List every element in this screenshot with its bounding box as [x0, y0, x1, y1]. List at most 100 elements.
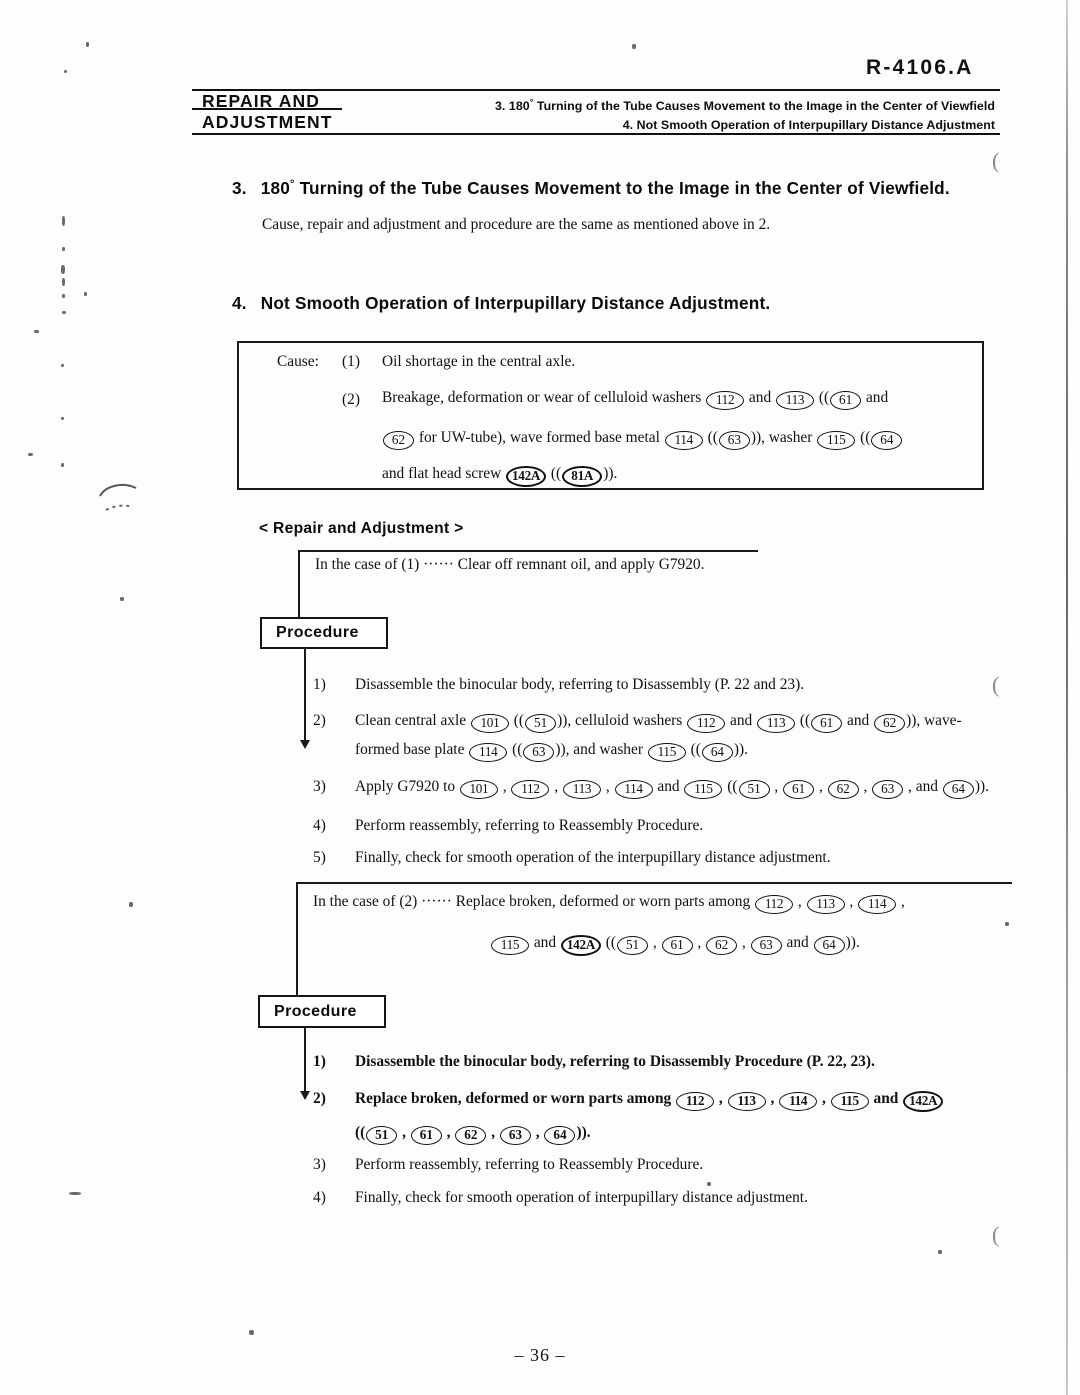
case-1-step-5: 5) Finally, check for smooth operation o…: [313, 849, 831, 867]
case-1-top-rule: [298, 550, 758, 552]
header-topic-4: 4. Not Smooth Operation of Interpupillar…: [622, 118, 995, 133]
part-number-114: 114: [614, 780, 653, 799]
page-edge-line: [1066, 0, 1068, 1395]
part-number-113: 113: [562, 780, 601, 799]
part-number-81A: 81A: [562, 466, 603, 487]
part-number-114: 114: [858, 895, 897, 914]
step-text: Clean central axle 101 ((51)), celluloid…: [355, 712, 962, 733]
part-number-64: 64: [813, 936, 845, 955]
step-marker: 3): [313, 1156, 326, 1173]
section-3-number: 3.: [232, 178, 247, 198]
section-4-title: Not Smooth Operation of Interpupillary D…: [260, 293, 771, 313]
case-2-step-1: 1) Disassemble the binocular body, refer…: [313, 1053, 875, 1071]
part-number-142A: 142A: [903, 1091, 944, 1112]
cause-box-content: Cause: (1) Oil shortage in the central a…: [237, 341, 980, 487]
step-text: Replace broken, deformed or worn parts a…: [355, 1090, 944, 1112]
section-3-title-rest: Turning of the Tube Causes Movement to t…: [294, 178, 950, 198]
case-2-left-rule: [296, 882, 298, 995]
cause-item-index: (2): [342, 391, 360, 408]
header-topic-3: 3. 180° Turning of the Tube Causes Movem…: [380, 93, 995, 116]
scan-speck: [129, 902, 133, 907]
header-section-label: REPAIR AND ADJUSTMENT: [202, 91, 333, 133]
part-number-62: 62: [827, 780, 859, 799]
part-number-112: 112: [511, 780, 550, 799]
scan-speck: [707, 1182, 711, 1186]
step-text: Finally, check for smooth operation of t…: [355, 849, 831, 866]
margin-mark: (: [992, 1222, 1000, 1247]
case-1-step-2: 2) Clean central axle 101 ((51)), cellul…: [313, 712, 962, 733]
step-marker: 1): [313, 1053, 326, 1070]
part-number-113: 113: [757, 714, 796, 733]
header-section-line2: ADJUSTMENT: [202, 112, 333, 132]
scan-speck: [61, 463, 64, 467]
case-2-step-4: 4) Finally, check for smooth operation o…: [313, 1189, 808, 1207]
case-2-top-rule: [296, 882, 1012, 884]
part-number-101: 101: [459, 780, 498, 799]
cause-label: Cause:: [277, 353, 319, 370]
part-number-114: 114: [779, 1092, 818, 1111]
case-2-text-line-2: 115 and 142A ((51 , 61 , 62 , 63 and 64)…: [490, 934, 860, 956]
part-number-62: 62: [706, 936, 738, 955]
step-marker: 2): [313, 712, 326, 729]
part-number-51: 51: [617, 936, 649, 955]
part-number-51: 51: [366, 1126, 398, 1145]
step-marker: 4): [313, 817, 326, 834]
case-1-step-3: 3) Apply G7920 to 101 , 112 , 113 , 114 …: [313, 778, 989, 799]
section-3-heading: 3. 180° Turning of the Tube Causes Moveme…: [232, 178, 950, 199]
part-number-113: 113: [776, 391, 814, 410]
step-marker: 5): [313, 849, 326, 866]
step-text: Disassemble the binocular body, referrin…: [355, 1053, 875, 1070]
case-2-step-3: 3) Perform reassembly, referring to Reas…: [313, 1156, 703, 1174]
case-1-step-1: 1) Disassemble the binocular body, refer…: [313, 676, 804, 694]
scan-speck: [28, 453, 33, 456]
scan-speck: [61, 265, 65, 274]
part-number-61: 61: [661, 936, 693, 955]
scan-speck: [34, 330, 39, 333]
part-number-64: 64: [701, 743, 733, 762]
part-number-115: 115: [830, 1092, 869, 1111]
step-text: Perform reassembly, referring to Reassem…: [355, 817, 704, 834]
part-number-115: 115: [491, 936, 529, 955]
procedure-box-1-label: Procedure: [276, 624, 359, 641]
part-number-62: 62: [874, 714, 906, 733]
scan-speck: [62, 294, 65, 298]
case-1-step-2-cont: formed base plate 114 ((63)), and washer…: [313, 741, 748, 762]
part-number-62: 62: [455, 1126, 487, 1145]
step-text: Disassemble the binocular body, referrin…: [355, 676, 805, 693]
procedure-box-2: Procedure: [258, 995, 386, 1028]
scan-speck: [62, 216, 65, 226]
part-number-51: 51: [525, 714, 557, 733]
cause-item-index: (1): [342, 353, 360, 370]
part-number-63: 63: [523, 743, 555, 762]
margin-pencil-mark: [99, 483, 137, 511]
part-number-101: 101: [470, 714, 509, 733]
case-1-connector-arrow: [300, 740, 310, 749]
part-number-61: 61: [811, 714, 843, 733]
part-number-142A: 142A: [506, 466, 547, 487]
step-text: Finally, check for smooth operation of i…: [355, 1189, 808, 1206]
scan-speck: [62, 278, 65, 286]
scanned-page: ( ( ( R-4106.A REPAIR AND ADJUSTMENT 3. …: [0, 0, 1080, 1395]
step-marker: 1): [313, 676, 326, 693]
margin-mark: (: [992, 148, 1000, 173]
part-number-61: 61: [830, 391, 862, 410]
section-3-body: Cause, repair and adjustment and procedu…: [262, 216, 771, 233]
part-number-64: 64: [871, 431, 903, 450]
scan-speck: [61, 364, 64, 367]
case-2-connector-arrow: [300, 1091, 310, 1100]
cause-item-2-line-2: 62 for UW-tube), wave formed base metal …: [382, 429, 903, 450]
scan-speck: [632, 44, 636, 49]
part-number-64: 64: [544, 1126, 576, 1145]
section-4-number: 4.: [232, 293, 247, 313]
step-marker: 2): [313, 1090, 326, 1107]
part-number-112: 112: [676, 1092, 715, 1111]
part-number-63: 63: [872, 780, 904, 799]
part-number-112: 112: [706, 391, 745, 410]
part-number-113: 113: [806, 895, 845, 914]
case-1-connector-down: [304, 649, 306, 743]
scan-speck: [61, 417, 64, 420]
scan-speck: [1005, 922, 1009, 926]
scan-speck: [249, 1330, 254, 1335]
procedure-box-1: Procedure: [260, 617, 388, 649]
procedure-box-2-label: Procedure: [274, 1002, 357, 1020]
